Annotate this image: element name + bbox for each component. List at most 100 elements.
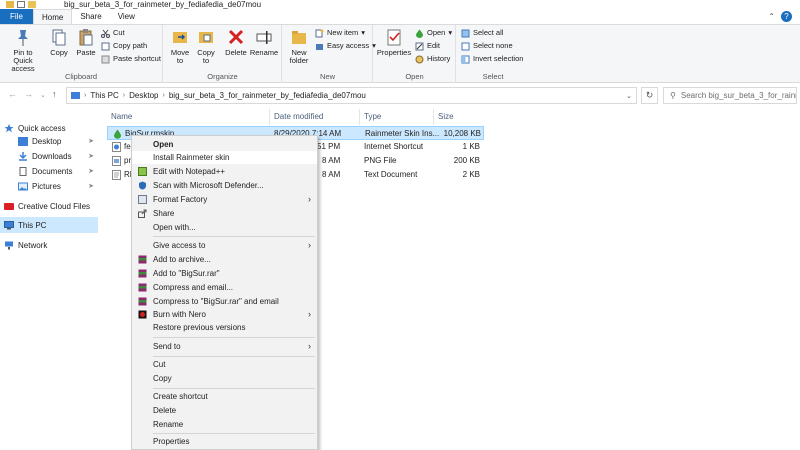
menu-item-cut[interactable]: Cut (132, 358, 317, 371)
pin-icon[interactable]: ➤ (88, 152, 94, 160)
tab-home[interactable]: Home (33, 9, 73, 24)
maximize-button[interactable] (760, 0, 780, 9)
nav-item-desktop[interactable]: Desktop ➤ (0, 133, 98, 149)
edit-button[interactable]: Edit (415, 41, 440, 51)
breadcrumb-separator-icon[interactable]: › (163, 92, 165, 99)
menu-item-edit-with-notepad[interactable]: Edit with Notepad++ (132, 165, 317, 178)
copy-to-button[interactable]: Copy to (194, 28, 218, 65)
forward-arrow-icon[interactable]: → (24, 89, 33, 99)
nav-item-downloads[interactable]: Downloads ➤ (0, 148, 98, 164)
select-none-button[interactable]: Select none (461, 41, 513, 51)
menu-item-label: Send to (153, 342, 181, 351)
pin-icon[interactable]: ➤ (88, 137, 94, 145)
dropdown-arrow-icon: ▾ (361, 28, 366, 37)
menu-item-scan-defender[interactable]: Scan with Microsoft Defender... (132, 179, 317, 192)
tab-file[interactable]: File (0, 9, 33, 24)
minimize-button[interactable] (740, 0, 760, 9)
menu-item-send-to[interactable]: Send to › (132, 340, 317, 353)
tab-share[interactable]: Share (72, 9, 109, 24)
history-button[interactable]: History (415, 54, 450, 64)
breadcrumb-separator-icon[interactable]: › (123, 92, 125, 99)
menu-item-delete[interactable]: Delete (132, 404, 317, 417)
menu-item-compress-and-email[interactable]: Compress and email... (132, 281, 317, 294)
column-header-size[interactable]: Size (433, 109, 483, 125)
open-button[interactable]: Open ▾ (415, 28, 452, 38)
breadcrumb-separator-icon[interactable]: › (84, 92, 86, 99)
breadcrumb-this-pc[interactable]: This PC (90, 91, 118, 100)
column-header-type[interactable]: Type (359, 109, 433, 125)
help-icon[interactable]: ? (781, 11, 792, 22)
new-item-button[interactable]: New item ▾ (315, 28, 365, 38)
collapse-ribbon-icon[interactable]: ⌃ (768, 12, 775, 21)
winrar-icon (138, 255, 147, 264)
column-header-name[interactable]: Name (107, 109, 273, 125)
easy-access-button[interactable]: Easy access ▾ (315, 41, 376, 51)
menu-item-rename[interactable]: Rename (132, 418, 317, 431)
menu-item-properties[interactable]: Properties (132, 435, 317, 448)
menu-item-share[interactable]: Share (132, 207, 317, 220)
submenu-arrow-icon: › (308, 341, 311, 351)
nero-icon (138, 310, 147, 319)
paste-shortcut-button[interactable]: Paste shortcut (101, 54, 161, 64)
menu-item-install-rainmeter-skin[interactable]: Install Rainmeter skin (132, 151, 317, 164)
new-folder-button[interactable]: New folder (286, 28, 312, 65)
history-label: History (427, 54, 451, 63)
menu-item-create-shortcut[interactable]: Create shortcut (132, 390, 317, 403)
menu-item-open[interactable]: Open (132, 138, 317, 151)
address-bar[interactable]: › This PC › Desktop › big_sur_beta_3_for… (66, 87, 637, 104)
nav-item-this-pc[interactable]: This PC (0, 217, 98, 233)
properties-button[interactable]: Properties (376, 28, 412, 57)
refresh-icon: ↻ (645, 90, 654, 100)
paste-button[interactable]: Paste (74, 28, 98, 57)
menu-item-open-with[interactable]: Open with... (132, 221, 317, 234)
pin-icon (14, 28, 32, 47)
select-group: Select all Select none Invert selection … (457, 25, 529, 83)
breadcrumb-desktop[interactable]: Desktop (129, 91, 158, 100)
menu-item-restore-previous-versions[interactable]: Restore previous versions (132, 321, 317, 334)
copy-path-button[interactable]: Copy path (101, 41, 147, 51)
menu-item-format-factory[interactable]: Format Factory › (132, 193, 317, 206)
select-all-button[interactable]: Select all (461, 28, 503, 38)
new-folder-icon (290, 28, 308, 47)
menu-item-label: Edit with Notepad++ (153, 167, 226, 176)
recent-locations-chevron-icon[interactable]: ⌄ (40, 91, 46, 99)
column-header-date-modified[interactable]: Date modified (269, 109, 359, 125)
pin-icon[interactable]: ➤ (88, 167, 94, 175)
search-placeholder: Search big_sur_beta_3_for_rainmeter_by_f… (680, 91, 796, 100)
delete-button[interactable]: Delete (225, 28, 247, 57)
new-group: New folder New item ▾ Easy access ▾ New (283, 25, 376, 83)
move-to-icon (171, 28, 189, 47)
nav-item-pictures[interactable]: Pictures ➤ (0, 178, 98, 194)
pin-icon[interactable]: ➤ (88, 182, 94, 190)
pin-quick-access-button[interactable]: Pin to Quick access (3, 28, 43, 73)
address-dropdown-icon[interactable]: ⌄ (626, 92, 632, 100)
up-arrow-icon[interactable]: ↑ (52, 89, 57, 99)
move-to-button[interactable]: Move to (168, 28, 192, 65)
paste-icon (77, 28, 95, 47)
ribbon-tabs: File Home Share View ⌃ ? (0, 9, 800, 25)
back-arrow-icon[interactable]: ← (8, 89, 17, 99)
new-group-label: New (319, 72, 335, 81)
tab-view[interactable]: View (110, 9, 143, 24)
open-label: Open (427, 28, 446, 37)
rename-button[interactable]: Rename (250, 28, 278, 57)
nav-item-network[interactable]: Network (0, 237, 98, 253)
menu-item-give-access-to[interactable]: Give access to › (132, 239, 317, 252)
cut-button[interactable]: Cut (101, 28, 125, 38)
menu-item-add-to-archive[interactable]: Add to archive... (132, 253, 317, 266)
properties-check-icon[interactable] (17, 1, 25, 8)
select-group-label: Select (482, 72, 504, 81)
nav-item-documents[interactable]: Documents ➤ (0, 163, 98, 179)
menu-item-copy[interactable]: Copy (132, 372, 317, 385)
close-button[interactable] (780, 0, 800, 9)
invert-selection-button[interactable]: Invert selection (461, 54, 523, 64)
refresh-button[interactable]: ↻ (641, 87, 658, 104)
menu-item-burn-with-nero[interactable]: Burn with Nero › (132, 308, 317, 321)
new-folder-icon[interactable] (28, 1, 36, 8)
menu-item-add-to-bigsur-rar[interactable]: Add to "BigSur.rar" (132, 267, 317, 280)
copy-button[interactable]: Copy (48, 28, 70, 57)
nav-item-creative-cloud[interactable]: Creative Cloud Files (0, 198, 98, 214)
breadcrumb-current-folder[interactable]: big_sur_beta_3_for_rainmeter_by_fediafed… (169, 91, 366, 100)
search-input[interactable]: ⚲ Search big_sur_beta_3_for_rainmeter_by… (663, 87, 797, 104)
menu-item-compress-to-rar-and-email[interactable]: Compress to "BigSur.rar" and email (132, 295, 317, 308)
